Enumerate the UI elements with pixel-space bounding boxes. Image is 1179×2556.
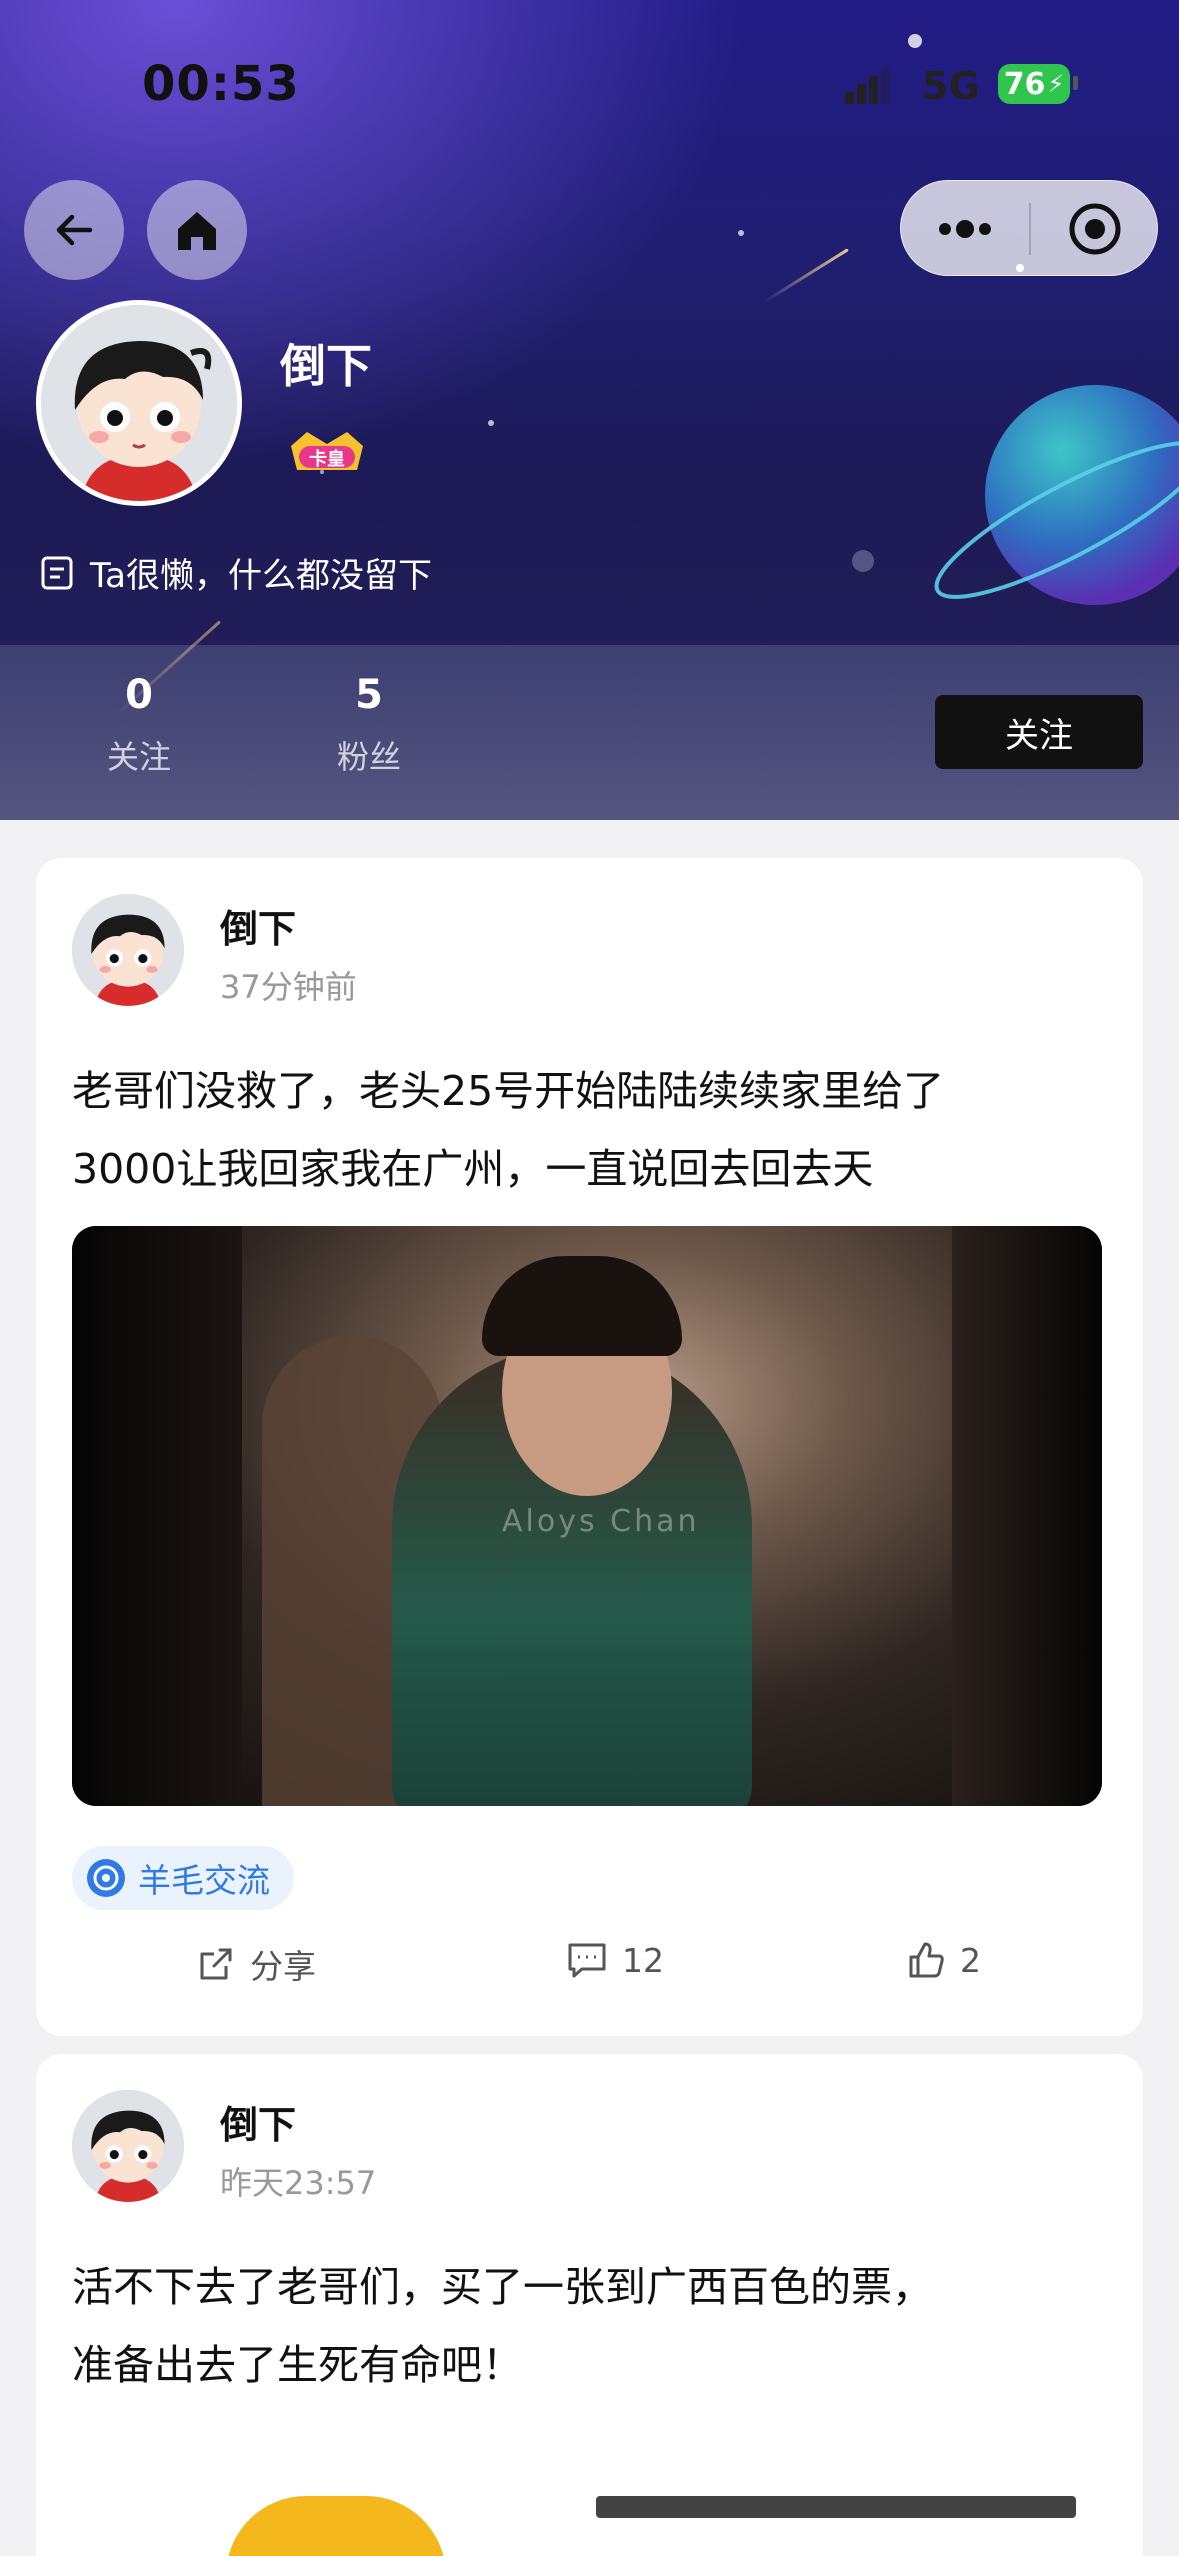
post-text-line: 3000让我回家我在广州，一直说回去回去天 [72,1145,874,1193]
status-time: 00:53 [142,56,300,112]
image-watermark: Aloys Chan [502,1504,700,1539]
topic-target-icon [87,1859,125,1897]
comment-icon [568,1943,606,1978]
topic-tag-label: 羊毛交流 [138,1861,270,1900]
note-icon [41,556,73,589]
post-card[interactable]: 倒下 37分钟前 老哥们没救了，老头25号开始陆陆续续家里给了 3000让我回家… [36,858,1143,2036]
close-miniprogram-button[interactable] [1031,181,1159,277]
share-button[interactable]: 分享 [196,1940,316,1988]
followers-count: 5 [355,672,383,718]
planet-decoration [934,385,1179,605]
target-close-icon [1069,203,1121,255]
back-arrow-icon [56,214,93,246]
profile-header: 00:53 5G 76 ⚡ 倒下 卡皇 Ta很懒，什么都没留下 0 关注 5 粉… [0,0,1179,820]
following-label: 关注 [106,738,171,776]
following-stat[interactable]: 0 关注 [74,672,204,778]
charging-icon: ⚡ [1047,70,1065,98]
home-icon [178,212,216,250]
share-label: 分享 [250,1947,316,1986]
bio-text: Ta很懒，什么都没留下 [90,556,432,596]
battery-indicator: 76 ⚡ [998,64,1070,104]
thumbs-up-icon [909,1942,944,1978]
post-time: 昨天23:57 [220,2164,377,2202]
battery-tip [1073,76,1078,90]
comment-count: 12 [622,1940,664,1980]
post-text-line: 活不下去了老哥们，买了一张到广西百色的票， [72,2263,933,2311]
more-button[interactable] [901,181,1029,277]
post-text: 活不下去了老哥们，买了一张到广西百色的票， 准备出去了生死有命吧！ [72,2248,1112,2404]
crown-badge: 卡皇 [285,428,369,474]
badge-label: 卡皇 [309,449,345,470]
home-button[interactable] [147,180,247,280]
post-feed: 倒下 37分钟前 老哥们没救了，老头25号开始陆陆续续家里给了 3000让我回家… [0,820,1179,2556]
post-author-avatar[interactable] [72,894,184,1006]
cartoon-avatar-icon [72,2090,184,2202]
following-count: 0 [125,672,153,718]
profile-bio: Ta很懒，什么都没留下 [40,548,432,597]
post-author-avatar[interactable] [72,2090,184,2202]
profile-username: 倒下 [280,339,372,393]
post-image-partial[interactable] [196,2496,1096,2556]
like-count: 2 [960,1940,981,1980]
post-text-line: 准备出去了生死有命吧！ [72,2341,523,2389]
battery-level: 76 [1003,66,1046,102]
back-button[interactable] [24,180,124,280]
followers-stat[interactable]: 5 粉丝 [304,672,434,778]
post-author-name: 倒下 [220,2103,297,2147]
profile-avatar[interactable] [36,300,242,506]
network-label: 5G [922,64,980,108]
post-author-name: 倒下 [220,907,297,951]
comment-button[interactable]: 12 [566,1940,664,1980]
cartoon-avatar-icon [72,894,184,1006]
post-card[interactable]: 倒下 昨天23:57 活不下去了老哥们，买了一张到广西百色的票， 准备出去了生死… [36,2054,1143,2556]
like-button[interactable]: 2 [906,1940,981,1980]
post-image[interactable]: Aloys Chan [72,1226,1102,1806]
post-text: 老哥们没救了，老头25号开始陆陆续续家里给了 3000让我回家我在广州，一直说回… [72,1052,1112,1208]
post-text-line: 老哥们没救了，老头25号开始陆陆续续家里给了 [72,1067,945,1115]
share-icon [200,1948,232,1980]
followers-label: 粉丝 [336,738,401,776]
signal-icon [845,68,891,104]
topic-tag[interactable]: 羊毛交流 [72,1846,294,1910]
miniprogram-capsule [900,180,1158,276]
follow-button[interactable]: 关注 [935,695,1143,769]
more-dots-icon [939,220,991,238]
post-time: 37分钟前 [220,968,357,1006]
cartoon-avatar-icon [41,305,237,501]
